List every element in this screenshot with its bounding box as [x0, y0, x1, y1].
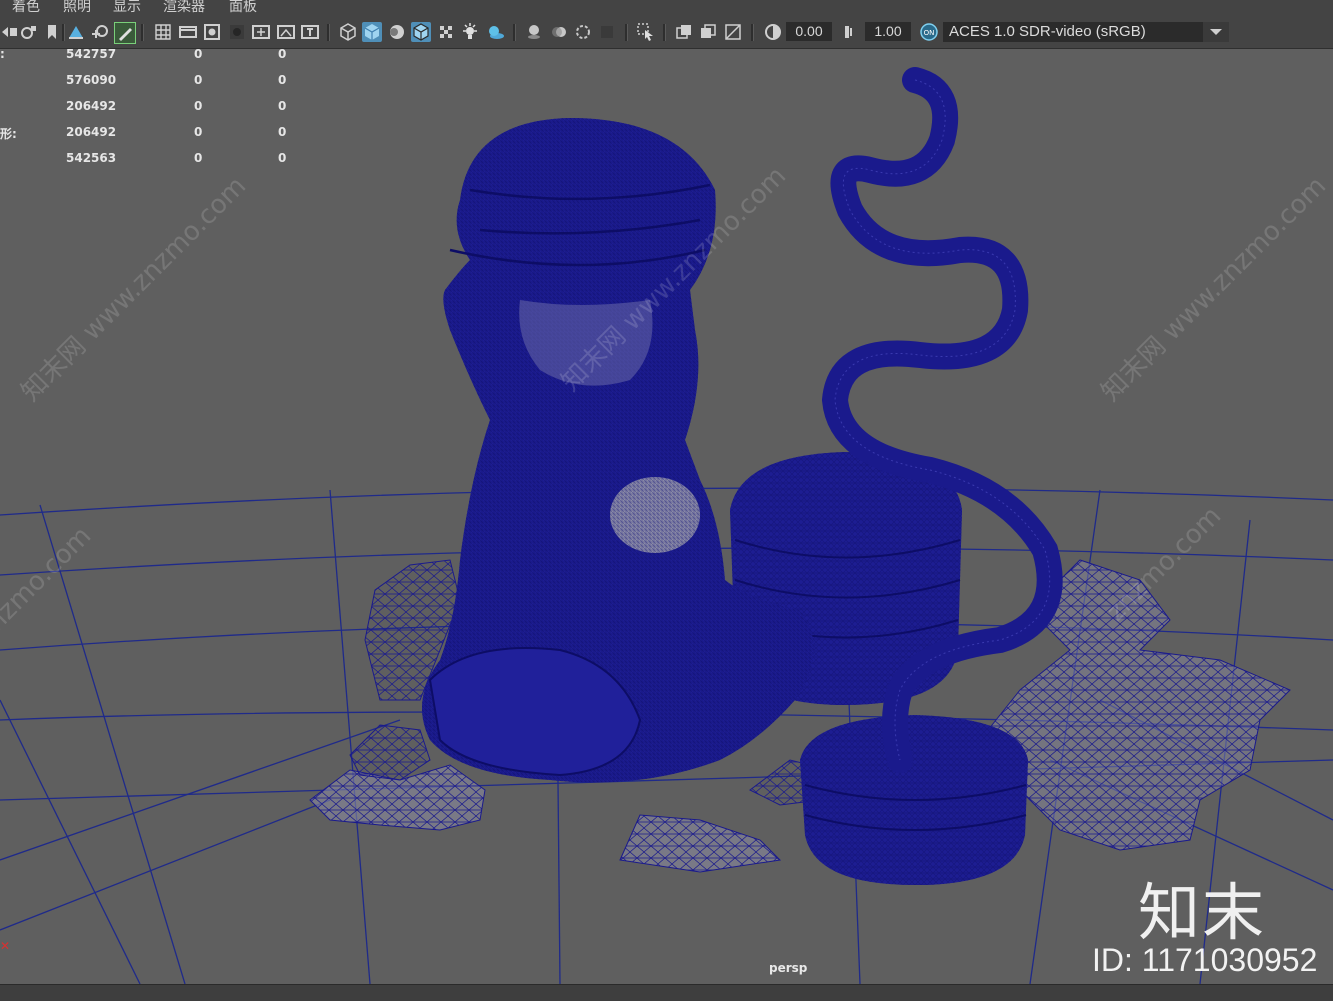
- hud-value: 206492: [66, 125, 117, 139]
- xray-joints-icon[interactable]: [674, 22, 694, 42]
- perspective-viewport[interactable]: : 542757 0 0 576090 0 0 206492 0 0 形: 20…: [0, 49, 1333, 984]
- hud-value: 0: [278, 49, 287, 61]
- xray-icon[interactable]: [436, 22, 456, 42]
- shadows-icon[interactable]: [485, 22, 505, 42]
- xray-active-icon[interactable]: [698, 22, 718, 42]
- menu-renderer[interactable]: 渲染器: [163, 0, 205, 16]
- hud-label: 形:: [0, 127, 17, 141]
- hud-value: 0: [194, 125, 203, 139]
- motion-blur-icon[interactable]: [549, 22, 569, 42]
- menu-panels[interactable]: 面板: [229, 0, 257, 16]
- basket-small-mesh: [800, 715, 1028, 885]
- 2d-pan-zoom-icon[interactable]: [90, 22, 110, 42]
- isolate-select-icon[interactable]: [636, 22, 656, 42]
- axis-indicator-icon: ✕: [0, 939, 11, 953]
- camera-attributes-icon[interactable]: [18, 22, 38, 42]
- film-gate-icon[interactable]: [178, 22, 198, 42]
- colorspace-dropdown[interactable]: ACES 1.0 SDR-video (sRGB): [943, 22, 1229, 42]
- screen-space-ao-icon[interactable]: [524, 22, 544, 42]
- bookmark-icon[interactable]: [42, 22, 62, 42]
- anti-aliasing-icon[interactable]: [573, 22, 593, 42]
- hud-value: 0: [278, 151, 287, 165]
- hud-value: 0: [194, 99, 203, 113]
- image-plane-icon[interactable]: [66, 22, 86, 42]
- default-material-icon[interactable]: [387, 22, 407, 42]
- color-management-icon[interactable]: ON: [919, 22, 939, 42]
- toolbar-separator: [663, 24, 666, 41]
- exposure-field[interactable]: 0.00: [786, 22, 832, 41]
- hud-value: 0: [278, 73, 287, 87]
- grid-icon[interactable]: [153, 22, 173, 42]
- hud-value: 0: [278, 125, 287, 139]
- safe-action-icon[interactable]: [276, 22, 296, 42]
- maya-window: 着色 照明 显示 渲染器 面板 0.00 1.00 ON ACES 1.0 SD…: [0, 0, 1333, 1001]
- menu-lighting[interactable]: 照明: [63, 0, 91, 16]
- wireframe-icon[interactable]: [338, 22, 358, 42]
- menu-show[interactable]: 显示: [113, 0, 141, 16]
- watermark-logo: 知末: [1138, 876, 1267, 949]
- grease-pencil-icon[interactable]: [114, 22, 136, 44]
- smooth-shade-icon[interactable]: [362, 22, 382, 42]
- hud-value: 0: [194, 49, 203, 61]
- colorspace-label: ACES 1.0 SDR-video (sRGB): [949, 23, 1146, 40]
- hud-value: 206492: [66, 99, 117, 113]
- hud-value: 542563: [66, 151, 117, 165]
- hud-value: 576090: [66, 73, 117, 87]
- hud-value: 0: [278, 99, 287, 113]
- menu-shading[interactable]: 着色: [12, 0, 40, 16]
- panel-toolbar: 0.00 1.00 ON ACES 1.0 SDR-video (sRGB): [0, 17, 1333, 49]
- field-chart-icon[interactable]: [251, 22, 271, 42]
- hud-value: 0: [194, 73, 203, 87]
- gamma-field[interactable]: 1.00: [865, 22, 911, 41]
- chevron-down-icon: [1210, 29, 1222, 35]
- toolbar-separator: [141, 24, 144, 41]
- viewport-bottom-edge: [0, 984, 1333, 1001]
- backface-culling-icon[interactable]: [723, 22, 743, 42]
- toolbar-separator: [751, 24, 754, 41]
- camera-label: persp: [769, 961, 808, 975]
- dropdown-arrow[interactable]: [1203, 22, 1229, 42]
- safe-title-icon[interactable]: [300, 22, 320, 42]
- hud-label: :: [0, 49, 5, 61]
- panel-menu-bar: 着色 照明 显示 渲染器 面板: [0, 0, 1333, 17]
- wireframe-scene: [0, 67, 1333, 984]
- depth-of-field-icon[interactable]: [597, 22, 617, 42]
- watermark-id: ID: 1171030952: [1092, 942, 1318, 978]
- toolbar-separator: [513, 24, 516, 41]
- toolbar-separator: [327, 24, 330, 41]
- exposure-icon[interactable]: [763, 22, 783, 42]
- toolbar-separator: [625, 24, 628, 41]
- color-management-badge: ON: [924, 29, 935, 37]
- wireframe-on-shaded-icon[interactable]: [411, 22, 431, 42]
- hud-value: 542757: [66, 49, 117, 61]
- gamma-icon[interactable]: [840, 22, 860, 42]
- poly-count-hud: : 542757 0 0 576090 0 0 206492 0 0 形: 20…: [0, 49, 300, 169]
- toolbar-separator: [62, 24, 65, 41]
- camera-select-icon[interactable]: [0, 22, 20, 42]
- use-all-lights-icon[interactable]: [460, 22, 480, 42]
- resolution-gate-icon[interactable]: [202, 22, 222, 42]
- gate-mask-icon[interactable]: [227, 22, 247, 42]
- hud-value: 0: [194, 151, 203, 165]
